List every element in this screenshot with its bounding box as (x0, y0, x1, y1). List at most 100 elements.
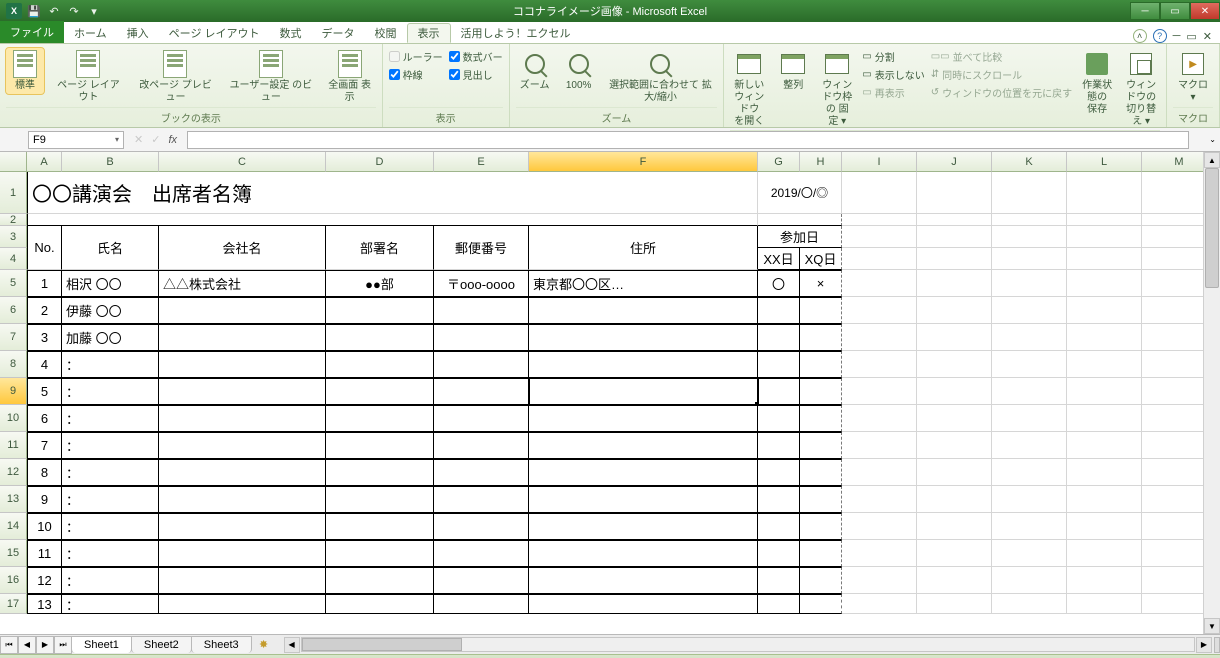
tab-addon[interactable]: 活用しよう！エクセル (451, 23, 581, 43)
row-header[interactable]: 16 (0, 567, 27, 594)
switch-window-button[interactable]: ウィンドウの 切り替え ▾ (1122, 48, 1160, 130)
view-normal-button[interactable]: 標準 (6, 48, 44, 94)
file-tab[interactable]: ファイル (0, 21, 64, 43)
cell-F15[interactable] (529, 540, 758, 567)
scroll-thumb-v[interactable] (1205, 168, 1219, 288)
macro-button[interactable]: ▶マクロ ▾ (1173, 48, 1213, 106)
cell-F6[interactable] (529, 297, 758, 324)
tab-formulas[interactable]: 数式 (270, 23, 312, 43)
chk-formula-bar[interactable]: 数式バー (449, 48, 503, 65)
row-header[interactable]: 7 (0, 324, 27, 351)
tab-page-layout[interactable]: ページ レイアウト (159, 23, 270, 43)
row-header[interactable]: 10 (0, 405, 27, 432)
workbook-min-button[interactable]: ─ (1173, 30, 1181, 42)
zoom-button[interactable]: ズーム (516, 48, 554, 94)
qat-redo-icon[interactable]: ↷ (66, 3, 82, 19)
formula-input[interactable] (187, 131, 1189, 149)
row-header[interactable]: 1 (0, 172, 27, 214)
unhide-button[interactable]: ▭ 再表示 (862, 84, 924, 101)
row-header[interactable]: 12 (0, 459, 27, 486)
row-header[interactable]: 15 (0, 540, 27, 567)
arrange-button[interactable]: 整列 (774, 48, 812, 94)
cell-F10[interactable] (529, 405, 758, 432)
name-box[interactable]: F9▾ (28, 131, 124, 149)
row-header[interactable]: 9 (0, 378, 27, 405)
cell-F13[interactable] (529, 486, 758, 513)
row-header[interactable]: 17 (0, 594, 27, 614)
hide-button[interactable]: ▭ 表示しない (862, 66, 924, 83)
row-header[interactable]: 6 (0, 297, 27, 324)
tab-data[interactable]: データ (312, 23, 365, 43)
sheet-tab-1[interactable]: Sheet1 (71, 636, 132, 653)
view-page-break-button[interactable]: 改ページ プレビュー (133, 48, 218, 106)
scrollbar-vertical[interactable]: ▲ ▼ (1203, 152, 1220, 634)
sheet-tab-2[interactable]: Sheet2 (131, 636, 192, 653)
minimize-ribbon-icon[interactable]: ˄ (1133, 29, 1147, 43)
sheet-nav-last[interactable]: ⏭ (54, 636, 72, 654)
save-workspace-button[interactable]: 作業状態の 保存 (1078, 48, 1116, 118)
reset-pos-button[interactable]: ↺ ウィンドウの位置を元に戻す (931, 84, 1072, 101)
scroll-right-icon[interactable]: ▶ (1196, 637, 1212, 653)
grid[interactable]: 1〇〇講演会 出席者名簿2019/〇/◎23No.氏名会社名部署名郵便番号住所参… (0, 172, 1203, 614)
qat-dropdown-icon[interactable]: ▾ (86, 3, 102, 19)
cell-F11[interactable] (529, 432, 758, 459)
formula-expand-icon[interactable]: ⌄ (1209, 135, 1220, 144)
row-header[interactable]: 4 (0, 248, 27, 270)
sync-scroll-button[interactable]: ⇵ 同時にスクロール (931, 66, 1072, 83)
scrollbar-horizontal[interactable]: ◀ ▶ (284, 637, 1220, 653)
new-window-button[interactable]: 新しいウィンドウ を開く (730, 48, 768, 130)
workbook-restore-button[interactable]: ▭ (1186, 30, 1196, 43)
cell-F5[interactable]: 東京都〇〇区… (529, 270, 758, 297)
freeze-button[interactable]: ウィンドウ枠の 固定 ▾ (818, 48, 856, 130)
view-page-layout-button[interactable]: ページ レイアウト (50, 48, 127, 106)
column-headers[interactable]: ABCDEFGHIJKLM (0, 152, 1203, 172)
scroll-thumb-h[interactable] (302, 638, 462, 651)
row-header[interactable]: 3 (0, 226, 27, 248)
help-icon[interactable]: ? (1153, 29, 1167, 43)
row-header[interactable]: 2 (0, 214, 27, 226)
side-by-side-button[interactable]: ▭▭ 並べて比較 (931, 48, 1072, 65)
qat-undo-icon[interactable]: ↶ (46, 3, 62, 19)
row-header[interactable]: 11 (0, 432, 27, 459)
scroll-left-icon[interactable]: ◀ (284, 637, 300, 653)
tab-review[interactable]: 校閲 (365, 23, 407, 43)
view-fullscreen-button[interactable]: 全画面 表示 (324, 48, 376, 106)
tab-home[interactable]: ホーム (64, 23, 117, 43)
sheet-nav-prev[interactable]: ◀ (18, 636, 36, 654)
cell-F12[interactable] (529, 459, 758, 486)
cell-F9[interactable] (529, 378, 758, 405)
cell-F16[interactable] (529, 567, 758, 594)
sheet-nav-next[interactable]: ▶ (36, 636, 54, 654)
cell-F8[interactable] (529, 351, 758, 378)
row-header[interactable]: 8 (0, 351, 27, 378)
row-header[interactable]: 14 (0, 513, 27, 540)
sheet-nav-first[interactable]: ⏮ (0, 636, 18, 654)
split-handle[interactable] (1214, 637, 1220, 653)
tab-view[interactable]: 表示 (407, 23, 451, 43)
qat-save-icon[interactable]: 💾 (26, 3, 42, 19)
view-custom-button[interactable]: ユーザー設定 のビュー (224, 48, 318, 106)
scroll-down-icon[interactable]: ▼ (1204, 618, 1220, 634)
ribbon-tabs: ファイル ホーム 挿入 ページ レイアウト 数式 データ 校閲 表示 活用しよう… (0, 22, 1220, 44)
cell-F14[interactable] (529, 513, 758, 540)
cell-F7[interactable] (529, 324, 758, 351)
sheet-tab-3[interactable]: Sheet3 (191, 636, 252, 653)
tab-insert[interactable]: 挿入 (117, 23, 159, 43)
zoom-100-button[interactable]: 100% (560, 48, 598, 94)
scroll-up-icon[interactable]: ▲ (1204, 152, 1220, 168)
maximize-button[interactable]: ▭ (1160, 2, 1190, 20)
chk-headings[interactable]: 見出し (449, 66, 503, 83)
close-button[interactable]: ✕ (1190, 2, 1220, 20)
minimize-button[interactable]: ─ (1130, 2, 1160, 20)
chk-gridlines[interactable]: 枠線 (389, 66, 443, 83)
zoom-fit-button[interactable]: 選択範囲に合わせて 拡大/縮小 (604, 48, 718, 106)
excel-icon[interactable]: X (6, 3, 22, 19)
new-sheet-icon[interactable]: ✸ (252, 638, 276, 651)
row-header[interactable]: 5 (0, 270, 27, 297)
cell-F17[interactable] (529, 594, 758, 614)
workbook-close-button[interactable]: ✕ (1203, 30, 1212, 43)
split-button[interactable]: ▭ 分割 (862, 48, 924, 65)
row-header[interactable]: 13 (0, 486, 27, 513)
fx-icon[interactable]: fx (168, 134, 177, 146)
chk-ruler[interactable]: ルーラー (389, 48, 443, 65)
